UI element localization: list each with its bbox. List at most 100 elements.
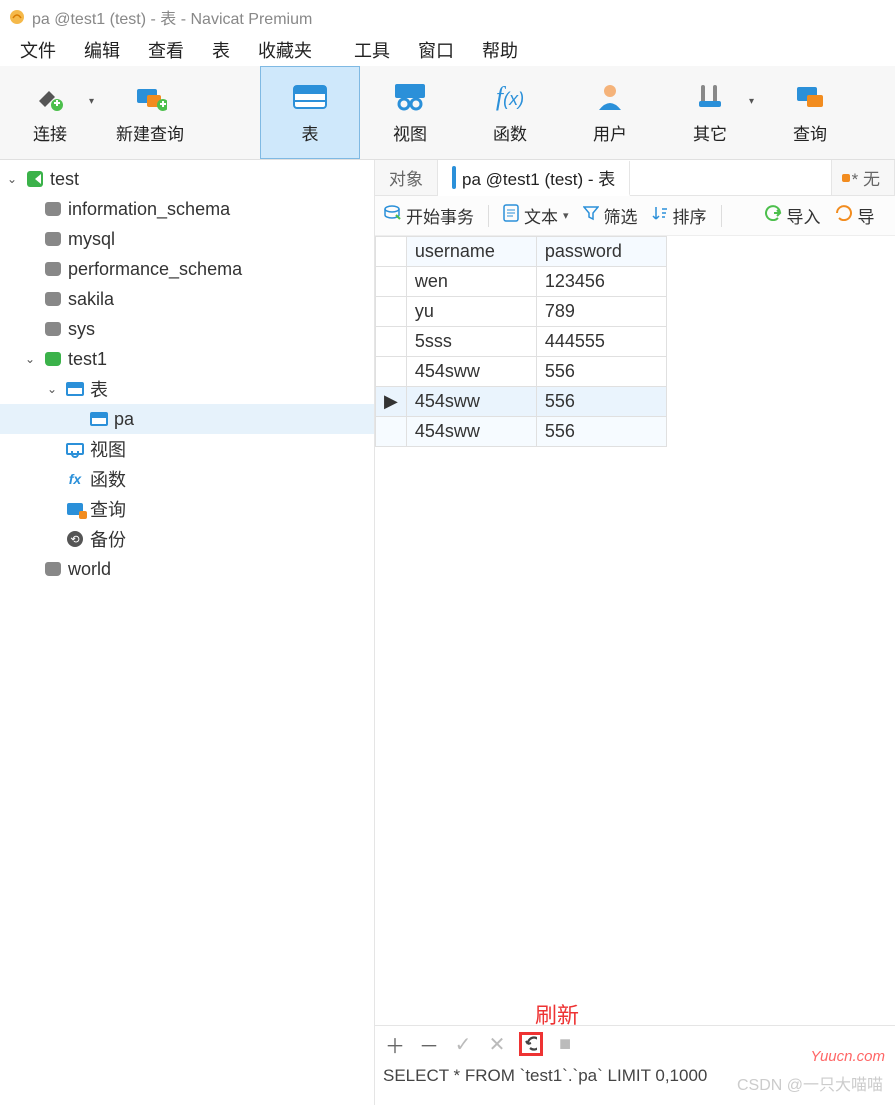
navicat-icon bbox=[8, 8, 26, 26]
tree-db[interactable]: sys bbox=[0, 314, 374, 344]
data-grid[interactable]: username password wen123456 yu789 5sss44… bbox=[375, 236, 895, 1025]
stop-button[interactable]: ■ bbox=[553, 1032, 577, 1056]
apply-button[interactable]: ✓ bbox=[451, 1032, 475, 1056]
tree-db[interactable]: information_schema bbox=[0, 194, 374, 224]
menu-tools[interactable]: 工具 bbox=[340, 33, 404, 67]
tree-tables-node[interactable]: ⌄表 bbox=[0, 374, 374, 404]
main-area: ⌄ test information_schema mysql performa… bbox=[0, 160, 895, 1105]
tree-queries-node[interactable]: 查询 bbox=[0, 494, 374, 524]
chevron-down-icon[interactable]: ▾ bbox=[563, 209, 569, 222]
tree-backup-node[interactable]: ⟲备份 bbox=[0, 524, 374, 554]
expander-icon[interactable]: ⌄ bbox=[22, 352, 38, 366]
cell[interactable]: 444555 bbox=[536, 327, 666, 357]
button-label: 筛选 bbox=[604, 203, 638, 228]
begin-transaction-button[interactable]: 开始事务 bbox=[383, 203, 474, 228]
row-indicator bbox=[376, 267, 407, 297]
tree-connection[interactable]: ⌄ test bbox=[0, 164, 374, 194]
button-label: 导入 bbox=[787, 203, 821, 228]
tree-db[interactable]: sakila bbox=[0, 284, 374, 314]
row-indicator bbox=[376, 357, 407, 387]
cell[interactable]: wen bbox=[406, 267, 536, 297]
cell[interactable]: 454sww bbox=[406, 357, 536, 387]
chevron-down-icon[interactable]: ▾ bbox=[89, 96, 94, 107]
tree-label: pa bbox=[114, 409, 134, 430]
column-header[interactable]: password bbox=[536, 237, 666, 267]
tab-objects[interactable]: 对象 bbox=[375, 160, 438, 195]
expander-icon[interactable]: ⌄ bbox=[4, 172, 20, 186]
tree-db-active[interactable]: ⌄test1 bbox=[0, 344, 374, 374]
import-icon bbox=[764, 205, 782, 226]
annotation-refresh: 刷新 bbox=[535, 998, 579, 1030]
transaction-icon bbox=[383, 204, 401, 227]
menu-favorites[interactable]: 收藏夹 bbox=[244, 33, 326, 67]
tab-data[interactable]: pa @test1 (test) - 表 bbox=[438, 161, 630, 196]
content-pane: 对象 pa @test1 (test) - 表 * 无 开始事务 文本 ▾ bbox=[375, 160, 895, 1105]
tool-query[interactable]: 查询 bbox=[760, 66, 860, 159]
menu-view[interactable]: 查看 bbox=[134, 33, 198, 67]
tab-extra[interactable]: * 无 bbox=[831, 160, 895, 195]
tool-table[interactable]: 表 bbox=[260, 66, 360, 159]
cell[interactable]: 556 bbox=[536, 357, 666, 387]
tool-label: 查询 bbox=[793, 120, 827, 145]
table-icon bbox=[88, 410, 110, 428]
function-icon: fx bbox=[64, 470, 86, 488]
table-row[interactable]: 454sww556 bbox=[376, 417, 667, 447]
menu-edit[interactable]: 编辑 bbox=[70, 33, 134, 67]
table-row[interactable]: 5sss444555 bbox=[376, 327, 667, 357]
cancel-button[interactable]: ✕ bbox=[485, 1032, 509, 1056]
tree-db[interactable]: world bbox=[0, 554, 374, 584]
tool-connect[interactable]: 连接 ▾ bbox=[0, 66, 100, 159]
tree-views-node[interactable]: 视图 bbox=[0, 434, 374, 464]
tree-db[interactable]: performance_schema bbox=[0, 254, 374, 284]
refresh-button[interactable] bbox=[519, 1032, 543, 1056]
tool-view[interactable]: 视图 bbox=[360, 66, 460, 159]
table-row[interactable]: wen123456 bbox=[376, 267, 667, 297]
tree-label: mysql bbox=[68, 229, 115, 250]
tool-label: 函数 bbox=[493, 120, 527, 145]
row-indicator-header bbox=[376, 237, 407, 267]
tool-user[interactable]: 用户 bbox=[560, 66, 660, 159]
text-mode-button[interactable]: 文本 ▾ bbox=[503, 203, 569, 228]
menu-file[interactable]: 文件 bbox=[6, 33, 70, 67]
cell[interactable]: 5sss bbox=[406, 327, 536, 357]
filter-button[interactable]: 筛选 bbox=[583, 203, 638, 228]
cell[interactable]: 556 bbox=[536, 387, 666, 417]
cell[interactable]: 789 bbox=[536, 297, 666, 327]
menubar: 文件 编辑 查看 表 收藏夹 工具 窗口 帮助 bbox=[0, 34, 895, 66]
table-row[interactable]: ▶454sww556 bbox=[376, 387, 667, 417]
tool-function[interactable]: f(x) 函数 bbox=[460, 66, 560, 159]
connection-tree[interactable]: ⌄ test information_schema mysql performa… bbox=[0, 160, 375, 1105]
refresh-icon bbox=[525, 1035, 537, 1053]
tree-label: 查询 bbox=[90, 496, 126, 522]
tree-functions-node[interactable]: fx函数 bbox=[0, 464, 374, 494]
expander-icon[interactable]: ⌄ bbox=[44, 382, 60, 396]
cell[interactable]: 556 bbox=[536, 417, 666, 447]
text-icon bbox=[503, 204, 519, 227]
menu-window[interactable]: 窗口 bbox=[404, 33, 468, 67]
cell[interactable]: yu bbox=[406, 297, 536, 327]
table-row[interactable]: yu789 bbox=[376, 297, 667, 327]
table-icon bbox=[64, 380, 86, 398]
cell[interactable]: 454sww bbox=[406, 387, 536, 417]
database-icon bbox=[42, 260, 64, 278]
tree-table-item[interactable]: pa bbox=[0, 404, 374, 434]
import-button[interactable]: 导入 bbox=[764, 203, 821, 228]
table-row[interactable]: 454sww556 bbox=[376, 357, 667, 387]
delete-row-button[interactable]: － bbox=[417, 1032, 441, 1056]
export-button[interactable]: 导 bbox=[835, 203, 875, 228]
tool-other[interactable]: 其它 ▾ bbox=[660, 66, 760, 159]
tree-label: performance_schema bbox=[68, 259, 242, 280]
cell[interactable]: 454sww bbox=[406, 417, 536, 447]
cell[interactable]: 123456 bbox=[536, 267, 666, 297]
chevron-down-icon[interactable]: ▾ bbox=[749, 96, 754, 107]
add-row-button[interactable]: ＋ bbox=[383, 1032, 407, 1056]
column-header[interactable]: username bbox=[406, 237, 536, 267]
sort-button[interactable]: 排序 bbox=[652, 203, 707, 228]
menu-help[interactable]: 帮助 bbox=[468, 33, 532, 67]
menu-table[interactable]: 表 bbox=[198, 33, 244, 67]
tree-db[interactable]: mysql bbox=[0, 224, 374, 254]
tool-label: 用户 bbox=[593, 120, 627, 145]
tool-new-query[interactable]: 新建查询 bbox=[100, 66, 200, 159]
export-icon bbox=[835, 205, 853, 226]
tree-label: world bbox=[68, 559, 111, 580]
